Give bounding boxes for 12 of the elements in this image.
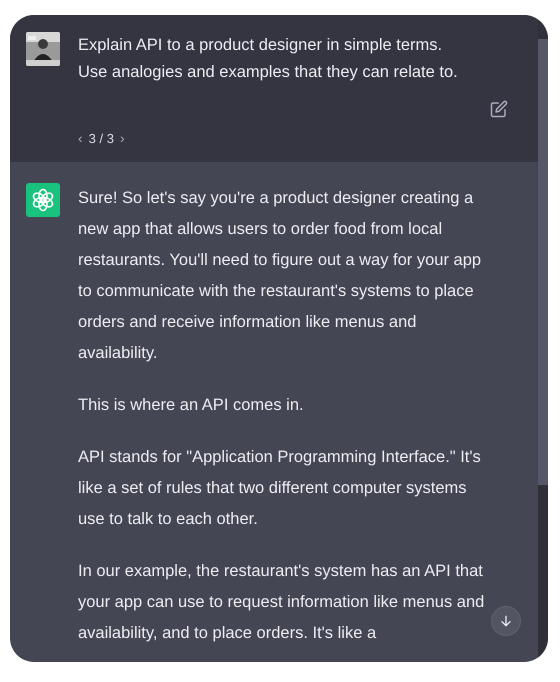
user-message-text: Explain API to a product designer in simple terms. Use analogies and examples that they can relate to.: [78, 35, 459, 83]
assistant-paragraph: This is where an API comes in.: [78, 395, 305, 416]
edit-icon[interactable]: [490, 100, 508, 118]
assistant-logo-icon: [26, 183, 60, 217]
page-counter: 3 / 3: [88, 130, 114, 146]
assistant-paragraph: In our example, the restaurant's system has an API that your app can use to request information like menus and availability, and to place orders. It's like a: [78, 561, 486, 644]
scrollbar-thumb[interactable]: [538, 39, 548, 485]
previous-button[interactable]: ‹: [78, 130, 83, 146]
assistant-paragraph: Sure! So let's say you're a product designer creating a new app that allows users to order food from local restaurants. You'll need to figure out a way for your app to communicate with the restaurant's systems to place orders and receive information like menus and availability.: [78, 188, 482, 364]
next-button[interactable]: ›: [120, 130, 125, 146]
scroll-down-button[interactable]: [491, 606, 521, 636]
assistant-paragraph: API stands for "Application Programming Interface." It's like a set of rules that two different computer systems use to talk to each other.: [78, 447, 482, 530]
